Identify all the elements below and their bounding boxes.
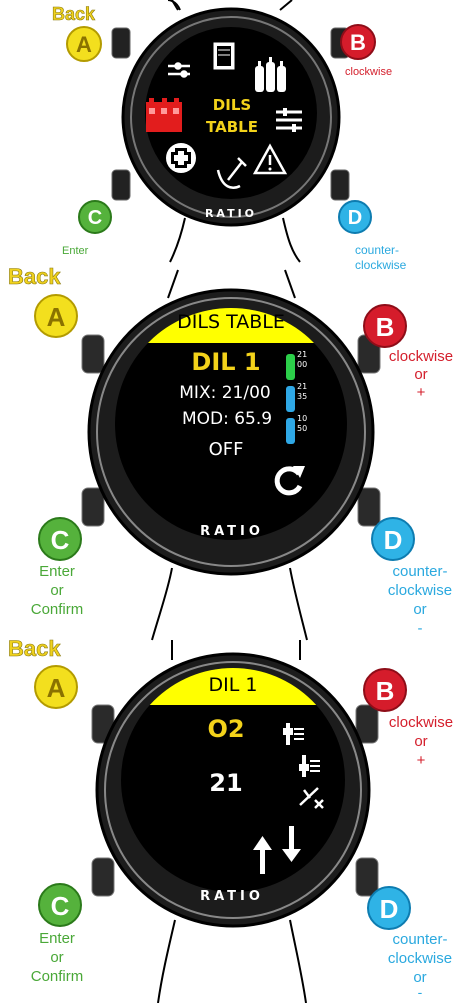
enter-label: Enter [39,930,75,947]
button-d[interactable]: D [367,886,411,930]
tank-he: 00 [297,360,308,369]
tank-icon [286,386,295,412]
button-a[interactable]: A [34,665,78,709]
counter-clockwise-label-1: counter- [392,563,448,580]
dils-table-icon [146,98,182,132]
button-a[interactable]: A [66,26,102,62]
button-a[interactable]: A [34,294,78,338]
tank-o2: 21 [297,350,308,359]
mod-value: MOD: 65.9 [181,409,273,429]
confirm-label: Confirm [30,601,84,618]
brand-logo: RATIO [200,889,264,904]
button-b[interactable]: B [363,304,407,348]
or-label: or [413,601,427,618]
back-label: Back [52,4,96,25]
brand-logo: RATIO [204,207,258,220]
counter-clockwise-label-2: clockwise [387,950,453,967]
tanks-icon [255,57,286,92]
or-label: or [414,733,428,750]
button-c[interactable]: C [38,883,82,927]
tank-he: 35 [297,392,308,401]
menu-title-line2: TABLE [206,118,258,136]
minus-label: - [417,984,423,1000]
manual-illustration [81,0,381,1003]
button-d[interactable]: D [338,200,372,234]
tank-icon [286,354,295,380]
field-value: 21 [209,769,243,797]
button-b[interactable]: B [340,24,376,60]
plus-label: + [416,384,426,401]
counter-clockwise-label-2: clockwise [355,258,407,272]
clockwise-label: clockwise [388,348,454,365]
enter-label: Enter [39,563,75,580]
or-label: or [50,582,64,599]
button-c[interactable]: C [38,517,82,561]
tank-he: 50 [297,424,308,433]
tank-o2: 21 [297,382,308,391]
or-label: or [50,949,64,966]
first-aid-icon [166,143,196,173]
counter-clockwise-label-1: counter- [355,243,400,257]
counter-clockwise-label-1: counter- [392,931,448,948]
counter-clockwise-label-2: clockwise [387,582,453,599]
plus-label: + [416,752,426,769]
tank-o2: 10 [297,414,308,423]
minus-label: - [417,620,423,637]
back-label: Back [8,264,61,290]
tank-icon [286,418,295,444]
button-b[interactable]: B [363,668,407,712]
or-label: or [414,366,428,383]
screen-header: DILS TABLE [177,311,285,333]
back-label: Back [8,636,61,662]
button-c[interactable]: C [78,200,112,234]
menu-title-line1: DILS [212,96,252,114]
book-icon [212,41,236,71]
clockwise-label: clockwise [345,66,393,78]
status-value: OFF [208,439,244,460]
brand-logo: RATIO [200,524,264,539]
screen-header: DIL 1 [208,674,258,696]
sliders-icon [276,108,302,132]
dil-name: DIL 1 [191,348,261,376]
field-name: O2 [207,715,245,743]
button-d[interactable]: D [371,517,415,561]
confirm-label: Confirm [30,968,84,985]
mix-value: MIX: 21/00 [179,383,271,403]
clockwise-label: clockwise [388,714,454,731]
enter-label: Enter [62,245,89,257]
